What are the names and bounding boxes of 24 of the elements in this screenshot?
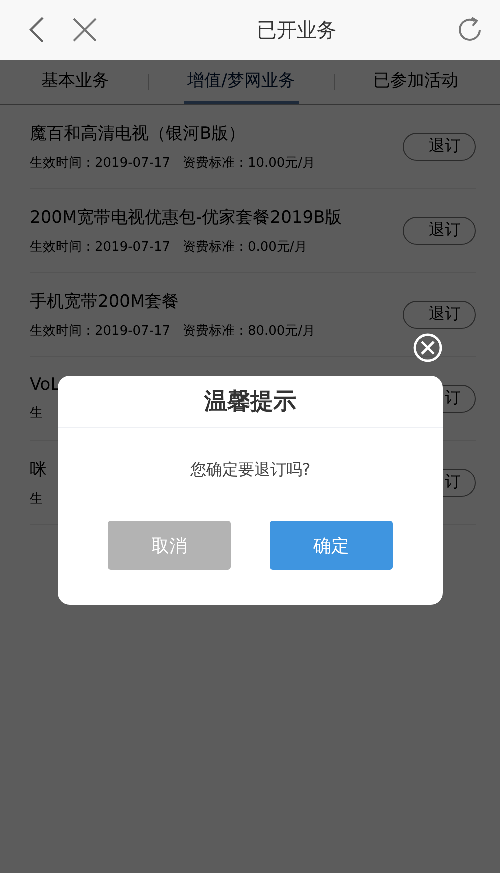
tab[interactable]: 基本业务 (37, 60, 114, 104)
service-detail: 生效时间：2019-07-17 资费标准：0.00元/月 (30, 238, 308, 256)
back-icon[interactable] (28, 16, 46, 44)
refresh-icon[interactable] (456, 16, 484, 44)
cancel-button[interactable]: 取消 (108, 521, 231, 570)
service-detail: 生效时间：2019-07-17 资费标准：80.00元/月 (30, 322, 316, 340)
unsubscribe-button[interactable]: 退订 (403, 216, 476, 244)
service-name: 咪 (30, 458, 47, 480)
tab[interactable]: 增值/梦网业务 (184, 60, 300, 104)
close-icon[interactable] (72, 17, 98, 43)
service-detail: 生 (30, 490, 43, 508)
service-detail: 生 (30, 405, 43, 422)
tab[interactable]: 已参加活动 (370, 60, 463, 104)
page-title: 已开业务 (256, 16, 338, 44)
service-name: VoL (30, 375, 60, 395)
unsubscribe-button[interactable]: 退订 (403, 300, 476, 328)
service-detail: 生效时间：2019-07-17 资费标准：10.00元/月 (30, 154, 316, 172)
dialog-title: 温馨提示 (58, 386, 443, 428)
service-name: 200M宽带电视优惠包-优家套餐2019B版 (30, 206, 342, 228)
dialog-message: 您确定要退订吗? (190, 460, 311, 481)
unsubscribe-button[interactable]: 退订 (403, 132, 476, 160)
confirm-button[interactable]: 确定 (270, 521, 393, 570)
service-name: 魔百和高清电视（银河B版） (30, 122, 246, 144)
service-name: 手机宽带200M套餐 (30, 290, 180, 312)
